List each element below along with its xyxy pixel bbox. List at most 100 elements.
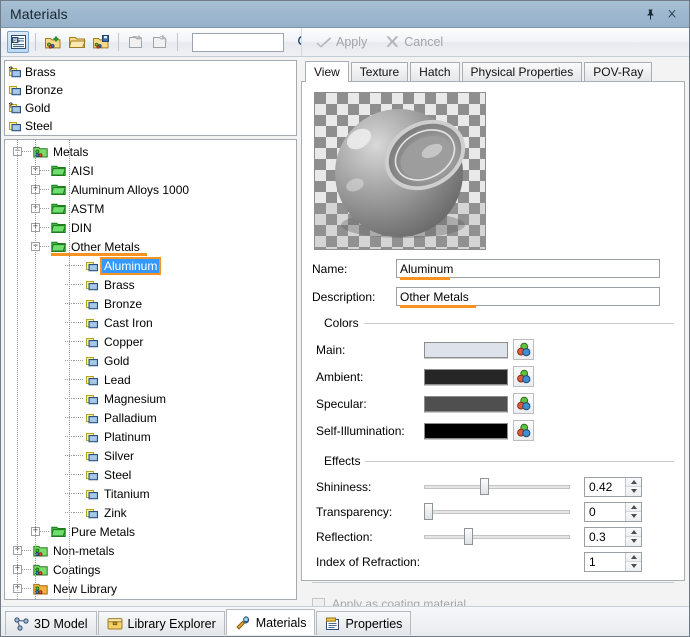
effect-label: Shininess: xyxy=(316,479,372,494)
tree-connector xyxy=(22,588,31,589)
list-item[interactable]: ? Gold xyxy=(8,99,296,117)
spinner-up-icon[interactable] xyxy=(626,502,641,511)
spinner-up-icon[interactable] xyxy=(626,552,641,561)
tree-item-steel[interactable]: Steel xyxy=(5,465,296,484)
cancel-button[interactable]: Cancel xyxy=(379,32,449,52)
list-item[interactable]: Bronze xyxy=(8,81,296,99)
material-icon xyxy=(85,411,99,425)
spinner-down-icon[interactable] xyxy=(626,511,641,521)
tree-item-titanium[interactable]: Titanium xyxy=(5,484,296,503)
color-swatch[interactable] xyxy=(424,395,508,412)
tree-item-label: Other Metals xyxy=(71,239,140,254)
effect-slider[interactable] xyxy=(424,528,570,546)
material-editor-icon: PE xyxy=(10,34,27,50)
tab-pov-ray[interactable]: POV-Ray xyxy=(584,62,653,81)
apply-button[interactable]: Apply xyxy=(310,32,373,52)
tab-view[interactable]: View xyxy=(305,61,349,82)
tree-item-pure-metals[interactable]: + Pure Metals xyxy=(5,522,296,541)
effect-value: 0 xyxy=(589,504,596,519)
color-swatch[interactable] xyxy=(424,368,508,385)
tree-item-aluminum-alloys-1000[interactable]: + Aluminum Alloys 1000 xyxy=(5,180,296,199)
material-library-tree[interactable]: − Metals + AISI + Aluminum Alloys 1000 + ASTM + D… xyxy=(4,139,297,600)
tree-connector xyxy=(22,550,31,551)
effect-spinner[interactable]: 1 xyxy=(584,551,642,572)
bottom-tab-materials[interactable]: Materials xyxy=(225,609,316,635)
list-item[interactable]: ? Brass xyxy=(8,63,296,81)
tree-item-bronze[interactable]: Bronze xyxy=(5,294,296,313)
spinner-up-icon[interactable] xyxy=(626,527,641,536)
tree-item-magnesium[interactable]: Magnesium xyxy=(5,389,296,408)
paste-material-button[interactable] xyxy=(149,31,171,53)
pin-icon[interactable] xyxy=(644,8,657,21)
tree-item-cast-iron[interactable]: Cast Iron xyxy=(5,313,296,332)
tree-connector xyxy=(74,417,83,418)
effect-spinner[interactable]: 0 xyxy=(584,501,642,522)
slider-thumb[interactable] xyxy=(464,528,474,545)
color-swatch[interactable] xyxy=(424,422,508,439)
bottom-tab-3d-model[interactable]: 3D Model xyxy=(5,611,97,635)
save-library-button[interactable] xyxy=(90,31,112,53)
copy-material-button[interactable] xyxy=(125,31,147,53)
bottom-tab-label: Library Explorer xyxy=(127,616,216,631)
tree-connector xyxy=(40,246,49,247)
material-preview[interactable] xyxy=(314,92,486,250)
spinner-down-icon[interactable] xyxy=(626,536,641,546)
group-divider xyxy=(312,323,674,324)
effect-spinner[interactable]: 0.42 xyxy=(584,476,642,497)
tree-item-palladium[interactable]: Palladium xyxy=(5,408,296,427)
tree-item-zink[interactable]: Zink xyxy=(5,503,296,522)
list-item-label: Bronze xyxy=(25,83,64,97)
list-item[interactable]: Steel xyxy=(8,117,296,135)
name-field[interactable]: Aluminum xyxy=(396,259,660,280)
color-picker-button[interactable] xyxy=(513,420,534,441)
tree-item-other-metals[interactable]: − Other Metals xyxy=(5,237,296,256)
tree-item-aisi[interactable]: + AISI xyxy=(5,161,296,180)
recent-materials-list[interactable]: ? Brass Bronze ? Gold Steel xyxy=(4,60,297,136)
description-field[interactable]: Other Metals xyxy=(396,287,660,308)
tree-item-non-metals[interactable]: + Non-metals xyxy=(5,541,296,560)
color-swatch[interactable] xyxy=(424,341,508,358)
bottom-tab-library-explorer[interactable]: Library Explorer xyxy=(97,611,225,635)
color-picker-button[interactable] xyxy=(513,366,534,387)
slider-thumb[interactable] xyxy=(480,478,490,495)
tree-item-din[interactable]: + DIN xyxy=(5,218,296,237)
tree-item-platinum[interactable]: Platinum xyxy=(5,427,296,446)
close-icon[interactable] xyxy=(666,8,679,21)
tab-texture[interactable]: Texture xyxy=(350,62,409,81)
open-library-button[interactable] xyxy=(66,31,88,53)
material-editor-button[interactable]: PE xyxy=(7,31,29,53)
effect-slider[interactable] xyxy=(424,478,570,496)
slider-thumb[interactable] xyxy=(424,503,433,520)
tree-item-copper[interactable]: Copper xyxy=(5,332,296,351)
color-picker-button[interactable] xyxy=(513,393,534,414)
tree-item-metals[interactable]: − Metals xyxy=(5,142,296,161)
toolbar-separator xyxy=(118,33,119,51)
tree-item-gold[interactable]: Gold xyxy=(5,351,296,370)
bottom-tab-properties[interactable]: Properties xyxy=(316,611,412,635)
search-combobox[interactable] xyxy=(192,32,348,52)
color-picker-button[interactable] xyxy=(513,339,534,360)
effect-slider[interactable] xyxy=(424,503,570,521)
tree-item-label: Pure Metals xyxy=(71,524,136,539)
bottom-tab-bar[interactable]: 3D Model Library Explorer Materials Propert… xyxy=(1,606,689,636)
tree-item-silver[interactable]: Silver xyxy=(5,446,296,465)
tree-item-aluminum[interactable]: Aluminum xyxy=(5,256,296,275)
effect-value: 0.3 xyxy=(589,529,606,544)
tab-hatch[interactable]: Hatch xyxy=(410,62,460,81)
effect-spinner[interactable]: 0.3 xyxy=(584,526,642,547)
tree-item-lead[interactable]: Lead xyxy=(5,370,296,389)
new-material-button[interactable] xyxy=(42,31,64,53)
tree-connector xyxy=(40,170,49,171)
spinner-down-icon[interactable] xyxy=(626,486,641,496)
spinner-up-icon[interactable] xyxy=(626,477,641,486)
spinner-down-icon[interactable] xyxy=(626,561,641,571)
tree-guideline xyxy=(69,140,70,599)
property-tabs[interactable]: View Texture Hatch Physical Properties POV-R… xyxy=(301,60,685,82)
svg-text:?: ? xyxy=(9,66,13,73)
tree-item-brass[interactable]: Brass xyxy=(5,275,296,294)
tree-item-new-library[interactable]: + New Library xyxy=(5,579,296,598)
material-icon xyxy=(85,354,99,368)
tree-item-coatings[interactable]: + Coatings xyxy=(5,560,296,579)
tab-physical-properties[interactable]: Physical Properties xyxy=(461,62,583,81)
tree-item-astm[interactable]: + ASTM xyxy=(5,199,296,218)
